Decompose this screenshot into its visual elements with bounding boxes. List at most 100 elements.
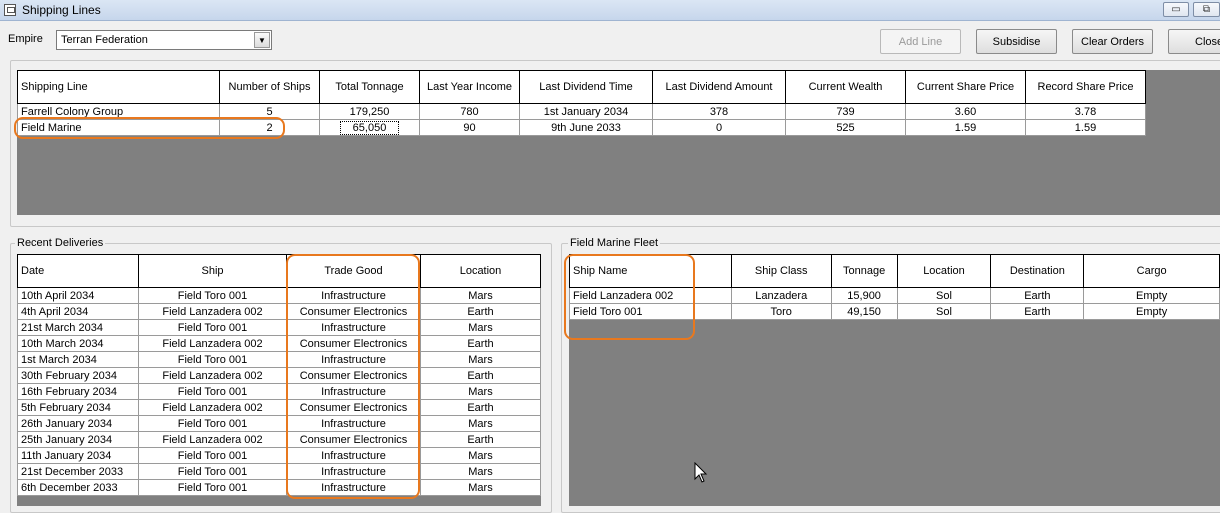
empire-select[interactable]: Terran Federation ▼ [56,30,272,50]
table-cell[interactable]: 9th June 2033 [519,119,653,136]
column-header[interactable]: Location [420,254,541,288]
table-cell[interactable]: 6th December 2033 [17,479,139,496]
table-cell[interactable]: 10th April 2034 [17,287,139,304]
table-row[interactable]: 11th January 2034 Field Toro 001 Infrastru… [17,447,541,464]
table-cell-focused[interactable]: 65,050 [319,119,420,136]
table-cell[interactable]: Mars [420,351,541,368]
table-cell[interactable]: Field Lanzadera 002 [138,303,287,320]
table-cell[interactable]: Infrastructure [286,447,421,464]
table-cell[interactable]: Mars [420,415,541,432]
table-cell[interactable]: 5 [219,103,320,120]
table-cell[interactable]: Field Toro 001 [138,447,287,464]
dropdown-arrow-icon[interactable]: ▼ [254,32,270,48]
table-cell[interactable]: 1st March 2034 [17,351,139,368]
table-cell[interactable]: Consumer Electronics [286,335,421,352]
table-cell[interactable]: 2 [219,119,320,136]
table-cell[interactable]: Earth [420,303,541,320]
column-header[interactable]: Last Dividend Amount [652,70,786,104]
column-header[interactable]: Last Year Income [419,70,520,104]
table-row[interactable]: 25th January 2034 Field Lanzadera 002 Cons… [17,431,541,448]
column-header[interactable]: Total Tonnage [319,70,420,104]
table-cell[interactable]: Field Lanzadera 002 [138,367,287,384]
table-cell[interactable]: Infrastructure [286,463,421,480]
table-row[interactable]: 26th January 2034 Field Toro 001 Infrastru… [17,415,541,432]
table-cell[interactable]: 25th January 2034 [17,431,139,448]
table-cell[interactable]: Earth [420,399,541,416]
table-cell[interactable]: Earth [990,303,1085,320]
table-cell[interactable]: 3.78 [1025,103,1146,120]
column-header[interactable]: Shipping Line [17,70,220,104]
table-cell[interactable]: Field Toro 001 [138,287,287,304]
table-cell[interactable]: Mars [420,319,541,336]
table-cell[interactable]: Earth [420,367,541,384]
table-cell[interactable]: 30th February 2034 [17,367,139,384]
table-cell[interactable]: 90 [419,119,520,136]
table-row[interactable]: Farrell Colony Group 5 179,250 780 1st J… [17,103,1146,120]
close-button[interactable]: Close [1168,29,1220,54]
add-line-button[interactable]: Add Line [880,29,961,54]
clear-orders-button[interactable]: Clear Orders [1072,29,1153,54]
table-cell[interactable]: 739 [785,103,906,120]
table-cell[interactable]: Consumer Electronics [286,367,421,384]
table-cell[interactable]: 5th February 2034 [17,399,139,416]
table-row[interactable]: 4th April 2034 Field Lanzadera 002 Consume… [17,303,541,320]
table-cell[interactable]: 26th January 2034 [17,415,139,432]
table-cell[interactable]: Infrastructure [286,383,421,400]
subsidise-button[interactable]: Subsidise [976,29,1057,54]
column-header[interactable]: Ship Class [730,254,832,288]
column-header[interactable]: Ship [138,254,287,288]
table-cell[interactable]: Field Lanzadera 002 [569,287,732,304]
table-cell[interactable]: Field Toro 001 [138,479,287,496]
column-header[interactable]: Current Share Price [905,70,1026,104]
table-cell[interactable]: Infrastructure [286,319,421,336]
table-cell[interactable]: 378 [652,103,786,120]
table-cell[interactable]: Consumer Electronics [286,399,421,416]
table-cell[interactable]: Sol [896,287,992,304]
column-header[interactable]: Current Wealth [785,70,906,104]
column-header[interactable]: Cargo [1083,254,1220,288]
table-cell[interactable]: 1.59 [905,119,1026,136]
table-cell[interactable]: 10th March 2034 [17,335,139,352]
table-cell[interactable]: Toro [730,303,832,320]
table-row[interactable]: 1st March 2034 Field Toro 001 Infrastructu… [17,351,541,368]
table-cell[interactable]: Mars [420,479,541,496]
table-cell[interactable]: Mars [420,287,541,304]
column-header[interactable]: Tonnage [830,254,898,288]
column-header[interactable]: Location [896,254,992,288]
table-cell[interactable]: Earth [420,335,541,352]
column-header[interactable]: Ship Name [569,254,732,288]
table-cell[interactable]: Field Marine [17,119,220,136]
table-cell[interactable]: Field Toro 001 [138,383,287,400]
table-row[interactable]: Field Lanzadera 002 Lanzadera 15,900 Sol Ear… [569,287,1220,304]
table-cell[interactable]: 525 [785,119,906,136]
table-cell[interactable]: Earth [420,431,541,448]
table-cell[interactable]: Mars [420,463,541,480]
table-cell[interactable]: 0 [652,119,786,136]
table-cell[interactable]: Mars [420,447,541,464]
table-row[interactable]: 30th February 2034 Field Lanzadera 002 Con… [17,367,541,384]
table-cell[interactable]: Field Lanzadera 002 [138,431,287,448]
table-row[interactable]: 10th April 2034 Field Toro 001 Infrastruct… [17,287,541,304]
shipping-lines-grid[interactable]: Shipping Line Number of Ships Total Tonn… [17,70,1220,215]
table-row-selected[interactable]: Field Marine 2 65,050 90 9th June 2033 0… [17,119,1146,136]
column-header[interactable]: Number of Ships [219,70,320,104]
table-cell[interactable]: Field Toro 001 [138,351,287,368]
column-header[interactable]: Date [17,254,139,288]
table-cell[interactable]: Infrastructure [286,479,421,496]
table-row[interactable]: 5th February 2034 Field Lanzadera 002 Cons… [17,399,541,416]
table-cell[interactable]: 1st January 2034 [519,103,653,120]
table-cell[interactable]: 1.59 [1025,119,1146,136]
table-cell[interactable]: Farrell Colony Group [17,103,220,120]
table-cell[interactable]: Field Toro 001 [569,303,732,320]
table-row[interactable]: 10th March 2034 Field Lanzadera 002 Consum… [17,335,541,352]
table-row[interactable]: 16th February 2034 Field Toro 001 Infrastr… [17,383,541,400]
table-row[interactable]: 6th December 2033 Field Toro 001 Infrastru… [17,479,541,496]
table-cell[interactable]: 21st December 2033 [17,463,139,480]
fleet-grid[interactable]: Ship Name Ship Class Tonnage Location De… [569,254,1220,506]
column-header[interactable]: Destination [990,254,1085,288]
table-cell[interactable]: Earth [990,287,1085,304]
table-cell[interactable]: Mars [420,383,541,400]
table-cell[interactable]: Empty [1083,287,1220,304]
table-cell[interactable]: 4th April 2034 [17,303,139,320]
table-row[interactable]: 21st March 2034 Field Toro 001 Infrastruct… [17,319,541,336]
